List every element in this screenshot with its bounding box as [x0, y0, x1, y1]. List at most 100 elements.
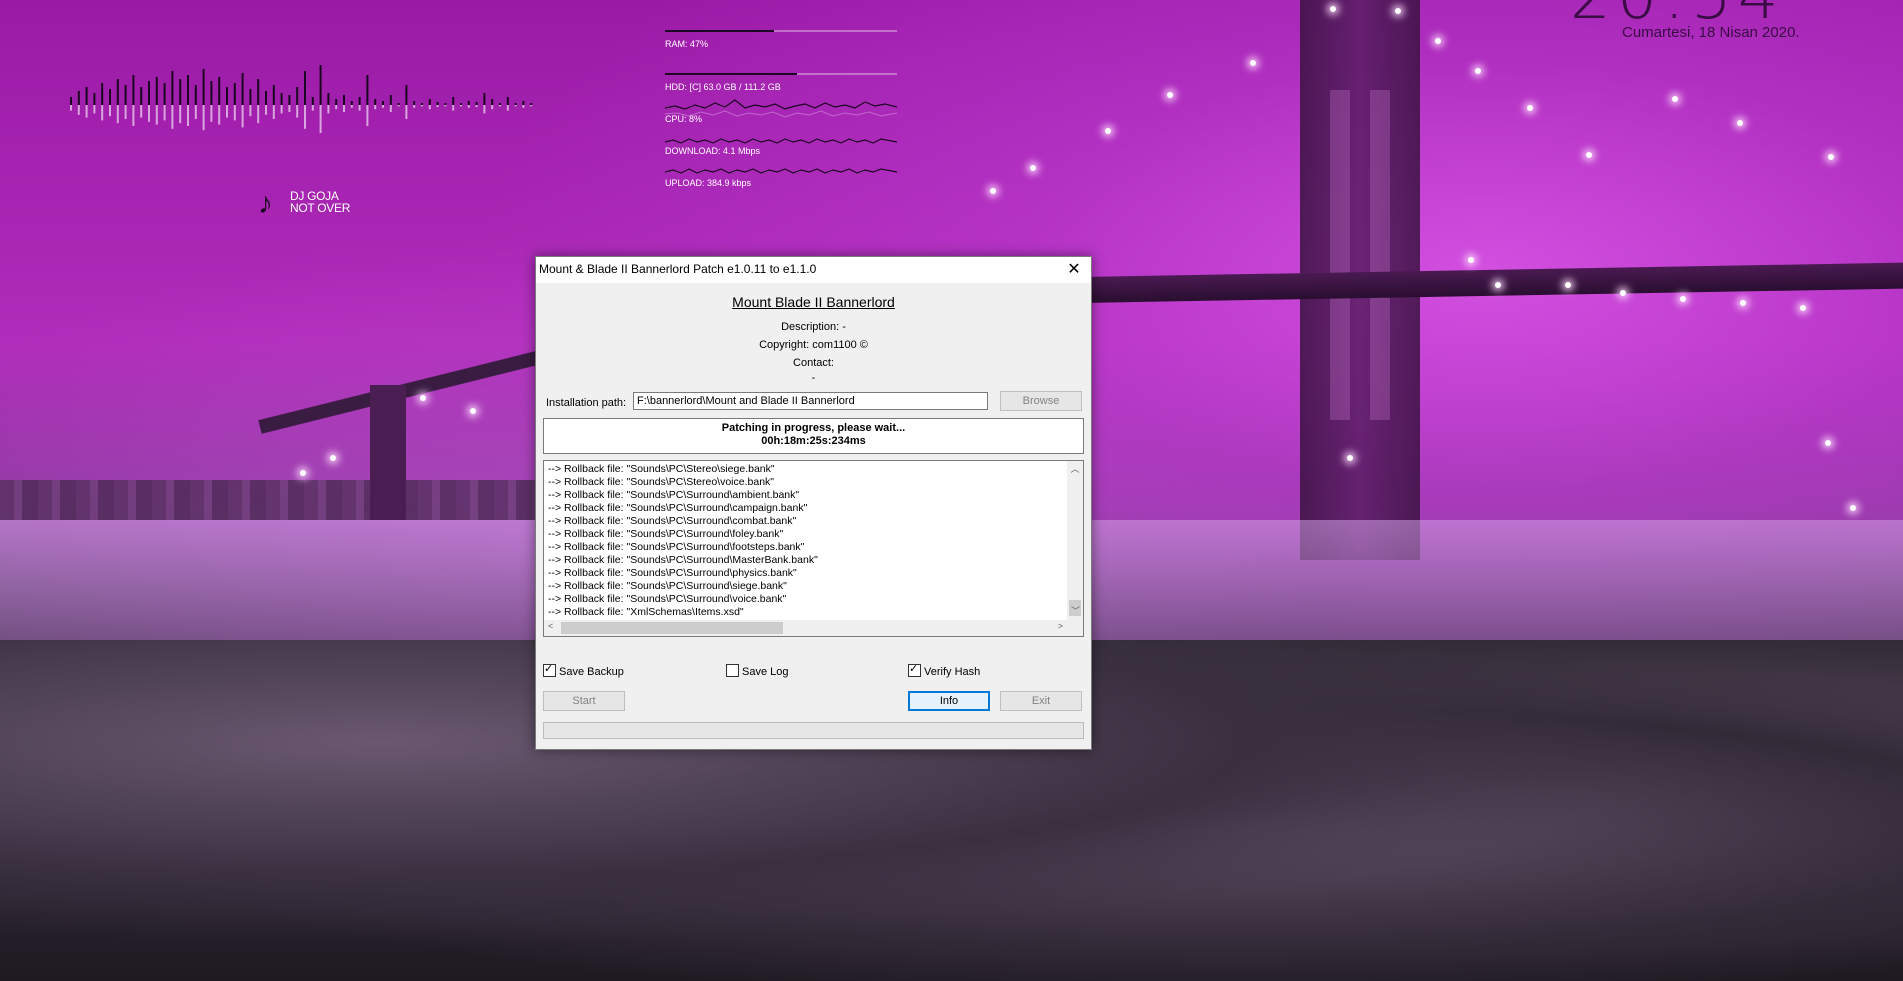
visualizer-bar-reflection	[311, 105, 314, 111]
visualizer-bar-reflection	[249, 105, 252, 117]
save-backup-checkbox[interactable]: Save Backup	[543, 662, 624, 678]
visualizer-bar	[475, 102, 478, 105]
visualizer-bar	[233, 83, 236, 105]
copyright-text: Copyright: com1100 ©	[759, 339, 868, 351]
log-horizontal-scrollbar[interactable]: < >	[544, 620, 1067, 636]
verify-hash-checkbox[interactable]: Verify Hash	[908, 662, 981, 678]
installation-path-input[interactable]	[633, 392, 988, 410]
contact-value: -	[811, 372, 816, 384]
patch-progress-bar	[543, 722, 1084, 739]
visualizer-bar	[405, 85, 408, 105]
visualizer-bar	[421, 103, 423, 105]
visualizer-bar-reflection	[132, 105, 135, 126]
visualizer-bar-reflection	[202, 105, 205, 131]
visualizer-bar	[140, 87, 143, 105]
info-button[interactable]: Info	[908, 691, 990, 711]
visualizer-bar-reflection	[163, 105, 166, 121]
log-horizontal-scroll-thumb[interactable]	[561, 622, 783, 634]
log-line: --> Rollback file: "Sounds\PC\Surround\f…	[548, 528, 784, 540]
app-name: Mount Blade II Bannerlord	[732, 294, 895, 310]
installation-path-label: Installation path:	[546, 397, 627, 409]
visualizer-bar	[280, 93, 283, 105]
visualizer-bar-reflection	[327, 105, 330, 114]
visualizer-bar-reflection	[428, 105, 431, 110]
visualizer-bar	[249, 89, 252, 105]
scroll-up-icon[interactable]: ︿	[1067, 462, 1083, 475]
log-lines: --> Rollback file: "Sounds\PC\Stereo\sie…	[548, 463, 818, 619]
visualizer-bar	[124, 85, 127, 105]
verify-hash-checkbox-box[interactable]	[908, 662, 921, 677]
dialog-titlebar[interactable]: Mount & Blade II Bannerlord Patch e1.0.1…	[536, 257, 1091, 283]
visualizer-bar	[335, 99, 338, 105]
visualizer-bar-reflection	[530, 105, 533, 107]
browse-button[interactable]: Browse	[1000, 391, 1082, 411]
save-backup-checkbox-box[interactable]	[543, 662, 556, 677]
visualizer-bar-reflection	[109, 105, 111, 117]
ram-bar	[665, 30, 897, 32]
visualizer-bar-reflection	[506, 105, 509, 111]
visualizer-bar-reflection	[389, 105, 392, 112]
visualizer-bar	[272, 85, 275, 105]
visualizer-bar-reflection	[257, 105, 260, 124]
visualizer-bar	[109, 89, 111, 105]
scroll-right-icon[interactable]: >	[1058, 621, 1063, 631]
visualizer-bar-reflection	[93, 105, 96, 114]
hdd-bar-fill	[665, 73, 798, 75]
visualizer-bar-reflection	[218, 105, 221, 125]
visualizer-bar-reflection	[421, 105, 423, 107]
patch-dialog: Mount & Blade II Bannerlord Patch e1.0.1…	[535, 256, 1092, 750]
visualizer-bar-reflection	[124, 105, 127, 119]
contact-label: Contact:	[793, 357, 834, 369]
desktop-date: Cumartesi, 18 Nisan 2020.	[1622, 24, 1800, 41]
verify-hash-label: Verify Hash	[924, 666, 981, 678]
visualizer-bar-reflection	[467, 105, 470, 108]
status-message: Patching in progress, please wait...	[721, 422, 906, 434]
patch-log[interactable]: --> Rollback file: "Sounds\PC\Stereo\sie…	[543, 460, 1084, 637]
visualizer-bar	[397, 103, 400, 105]
bridge-deck	[1060, 262, 1903, 304]
scroll-down-icon[interactable]: ﹀	[1067, 606, 1083, 636]
close-icon[interactable]: ✕	[1057, 257, 1091, 283]
visualizer-bar-reflection	[233, 105, 236, 121]
visualizer-bar	[350, 101, 353, 105]
visualizer-bar-reflection	[514, 105, 517, 107]
visualizer-bar-reflection	[475, 105, 478, 108]
visualizer-bar	[530, 103, 533, 105]
hdd-label: HDD: [C] 63.0 GB / 111.2 GB	[665, 82, 781, 92]
start-button[interactable]: Start	[543, 691, 625, 711]
visualizer-bar-reflection	[155, 105, 158, 125]
visualizer-bar-reflection	[288, 105, 291, 112]
visualizer-bar-reflection	[358, 105, 361, 111]
visualizer-bar-reflection	[397, 105, 400, 107]
visualizer-bar	[499, 103, 501, 105]
visualizer-bar	[288, 95, 291, 105]
visualizer-bar-reflection	[70, 105, 72, 111]
visualizer-bar	[444, 103, 447, 105]
elapsed-time: 00h:18m:25s:234ms	[761, 435, 866, 447]
visualizer-bar	[210, 81, 213, 105]
city-skyline	[0, 480, 560, 520]
status-box: Patching in progress, please wait... 00h…	[543, 418, 1084, 454]
music-note-icon: ♪	[258, 187, 273, 220]
save-log-checkbox[interactable]: Save Log	[726, 664, 788, 678]
save-log-checkbox-box[interactable]	[726, 664, 739, 677]
visualizer-bar-reflection	[350, 105, 353, 108]
scroll-left-icon[interactable]: <	[548, 621, 553, 631]
visualizer-bar-reflection	[140, 105, 143, 118]
visualizer-bar-reflection	[77, 105, 80, 115]
visualizer-bar	[132, 75, 135, 105]
visualizer-bar	[304, 71, 306, 105]
visualizer-bar	[202, 69, 205, 105]
log-line: --> Rollback file: "XmlSchemas\Items.xsd…	[548, 606, 744, 618]
visualizer-bar	[296, 87, 299, 105]
visualizer-bar-reflection	[382, 105, 384, 108]
log-line: --> Rollback file: "Sounds\PC\Stereo\sie…	[548, 463, 775, 475]
log-vertical-scrollbar[interactable]: ︿	[1067, 461, 1083, 621]
visualizer-bar	[116, 79, 119, 105]
system-monitor-widget: RAM: 47% HDD: [C] 63.0 GB / 111.2 GB CPU…	[665, 30, 897, 188]
visualizer-bar	[101, 83, 104, 105]
visualizer-bar	[179, 79, 182, 105]
visualizer-bar	[483, 93, 486, 105]
exit-button[interactable]: Exit	[1000, 691, 1082, 711]
visualizer-bar	[155, 77, 158, 105]
